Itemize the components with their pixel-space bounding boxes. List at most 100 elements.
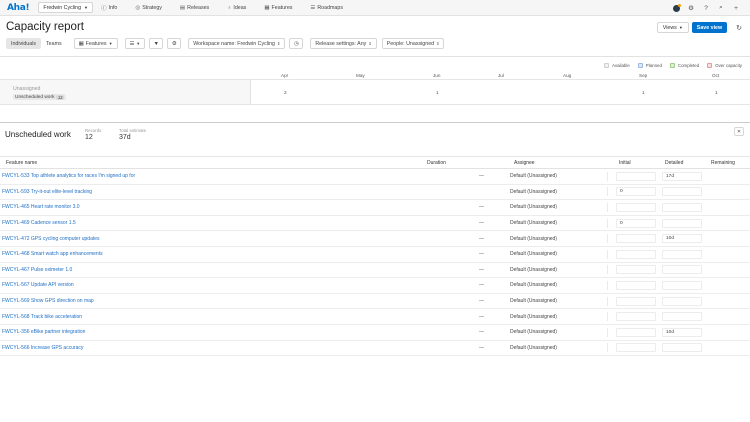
nav-item-info[interactable]: ⓘ Info xyxy=(101,4,117,12)
feature-name-link[interactable]: FWCYL-566 Increase GPS accuracy xyxy=(0,340,421,357)
duration-field[interactable]: — xyxy=(425,281,504,290)
assignee-field[interactable]: Default (Unassigned) xyxy=(510,280,608,290)
duration-field[interactable]: — xyxy=(425,312,504,321)
column-header-feature-name[interactable]: Feature name xyxy=(0,156,421,169)
remaining-estimate-field[interactable] xyxy=(708,250,747,259)
clock-filter-button[interactable]: ◷ xyxy=(289,38,304,49)
assignee-field[interactable]: Default (Unassigned) xyxy=(510,202,608,212)
assignee-field[interactable]: Default (Unassigned) xyxy=(510,312,608,322)
assignee-field[interactable]: Default (Unassigned) xyxy=(510,343,608,353)
duration-field[interactable]: — xyxy=(425,219,504,228)
layout-dropdown[interactable]: ☰ ▼ xyxy=(124,38,146,49)
detailed-estimate-field[interactable] xyxy=(662,280,702,290)
search-icon[interactable]: ⌕ xyxy=(716,3,726,13)
nav-item-features[interactable]: ▦ Features xyxy=(264,4,292,12)
feature-name-link[interactable]: FWCYL-568 Track bike acceleration xyxy=(0,308,421,325)
nav-item-roadmaps[interactable]: ☰ Roadmaps xyxy=(310,4,343,12)
workspace-selector[interactable]: Fredwin Cycling ▼ xyxy=(38,2,94,13)
remaining-estimate-field[interactable] xyxy=(708,328,747,337)
remaining-estimate-field[interactable] xyxy=(708,281,747,290)
feature-name-link[interactable]: FWCYL-469 Cadence sensor 1.5 xyxy=(0,215,421,232)
views-dropdown[interactable]: Views ▼ xyxy=(656,22,689,33)
duration-field[interactable]: — xyxy=(425,297,504,306)
detailed-estimate-field[interactable] xyxy=(662,218,702,228)
detailed-estimate-field[interactable]: 17d xyxy=(662,171,702,181)
settings-button[interactable]: ⚙ xyxy=(167,38,182,49)
capacity-cell-value[interactable]: 1 xyxy=(436,91,439,96)
duration-field[interactable]: — xyxy=(425,265,504,274)
duration-field[interactable]: — xyxy=(425,343,504,352)
initial-estimate-field[interactable] xyxy=(616,312,656,322)
remaining-estimate-field[interactable] xyxy=(708,265,747,274)
initial-estimate-field[interactable] xyxy=(616,296,656,306)
capacity-cell-value[interactable]: 1 xyxy=(715,91,718,96)
detailed-estimate-field[interactable]: 10d xyxy=(662,234,702,244)
column-header-remaining[interactable]: Remaining xyxy=(705,156,750,169)
remaining-estimate-field[interactable] xyxy=(708,234,747,243)
detailed-estimate-field[interactable] xyxy=(662,249,702,259)
assignee-field[interactable]: Default (Unassigned) xyxy=(510,218,608,228)
unscheduled-work-tag[interactable]: Unscheduled work 12 xyxy=(13,94,67,100)
column-header-duration[interactable]: Duration xyxy=(421,156,508,169)
filter-button[interactable]: ▼ xyxy=(149,38,164,49)
column-header-initial[interactable]: Initial xyxy=(613,156,659,169)
nav-item-ideas[interactable]: ♁ Ideas xyxy=(227,4,246,12)
duration-field[interactable]: — xyxy=(425,250,504,259)
record-type-dropdown[interactable]: ▦ Features ▼ xyxy=(73,38,118,49)
initial-estimate-field[interactable]: 0 xyxy=(616,187,656,197)
feature-name-link[interactable]: FWCYL-468 Smart watch app enhancements xyxy=(0,246,421,263)
initial-estimate-field[interactable] xyxy=(616,265,656,275)
remaining-estimate-field[interactable] xyxy=(708,219,747,228)
remaining-estimate-field[interactable] xyxy=(708,312,747,321)
assignee-field[interactable]: Default (Unassigned) xyxy=(510,234,608,244)
capacity-cell-value[interactable]: 2 xyxy=(284,91,287,96)
duration-field[interactable] xyxy=(425,187,504,196)
initial-estimate-field[interactable] xyxy=(616,327,656,337)
detailed-estimate-field[interactable] xyxy=(662,343,702,353)
nav-item-strategy[interactable]: ◎ Strategy xyxy=(135,4,162,12)
people-filter[interactable]: People: Unassigned ⇕ xyxy=(381,38,445,49)
detailed-estimate-field[interactable]: 10d xyxy=(662,327,702,337)
feature-name-link[interactable]: FWCYL-593 Try-it-out elite-level trackin… xyxy=(0,184,421,201)
feature-name-link[interactable]: FWCYL-467 Pulse oximeter 1.0 xyxy=(0,262,421,279)
remaining-estimate-field[interactable] xyxy=(708,343,747,352)
assignee-field[interactable]: Default (Unassigned) xyxy=(510,171,608,181)
capacity-cell-value[interactable]: 1 xyxy=(642,91,645,96)
duration-field[interactable]: — xyxy=(425,234,504,243)
save-view-button[interactable]: Save view xyxy=(691,22,728,33)
column-header-assignee[interactable]: Assignee xyxy=(508,156,613,169)
detailed-estimate-field[interactable] xyxy=(662,296,702,306)
feature-name-link[interactable]: FWCYL-567 Update API version xyxy=(0,277,421,294)
assignee-field[interactable]: Default (Unassigned) xyxy=(510,187,608,197)
initial-estimate-field[interactable] xyxy=(616,171,656,181)
assignee-field[interactable]: Default (Unassigned) xyxy=(510,249,608,259)
initial-estimate-field[interactable] xyxy=(616,343,656,353)
remaining-estimate-field[interactable] xyxy=(708,172,747,181)
duration-field[interactable]: — xyxy=(425,328,504,337)
assignee-field[interactable]: Default (Unassigned) xyxy=(510,296,608,306)
detailed-estimate-field[interactable] xyxy=(662,202,702,212)
nav-item-releases[interactable]: ▤ Releases xyxy=(180,4,209,12)
remaining-estimate-field[interactable] xyxy=(708,187,747,196)
user-avatar-button[interactable] xyxy=(671,3,681,13)
remaining-estimate-field[interactable] xyxy=(708,203,747,212)
tab-individuals[interactable]: Individuals xyxy=(6,38,42,49)
feature-name-link[interactable]: FWCYL-569 Show GPS direction on map xyxy=(0,293,421,310)
aha-logo[interactable]: Aha! xyxy=(7,3,30,13)
workspace-filter[interactable]: Workspace name: Fredwin Cycling ⇕ xyxy=(188,38,286,49)
duration-field[interactable]: — xyxy=(425,203,504,212)
initial-estimate-field[interactable] xyxy=(616,249,656,259)
initial-estimate-field[interactable] xyxy=(616,202,656,212)
remaining-estimate-field[interactable] xyxy=(708,297,747,306)
detailed-estimate-field[interactable] xyxy=(662,265,702,275)
assignee-field[interactable]: Default (Unassigned) xyxy=(510,265,608,275)
refresh-icon[interactable]: ↻ xyxy=(736,24,742,32)
feature-name-link[interactable]: FWCYL-356 eBike partner integration xyxy=(0,324,421,341)
tab-teams[interactable]: Teams xyxy=(41,38,67,49)
feature-name-link[interactable]: FWCYL-533 Top athlete analytics for race… xyxy=(0,168,421,185)
duration-field[interactable]: — xyxy=(425,172,504,181)
initial-estimate-field[interactable] xyxy=(616,280,656,290)
close-panel-button[interactable]: ✕ xyxy=(734,127,744,136)
release-filter[interactable]: Release settings: Any ⇕ xyxy=(310,38,377,49)
initial-estimate-field[interactable] xyxy=(616,234,656,244)
